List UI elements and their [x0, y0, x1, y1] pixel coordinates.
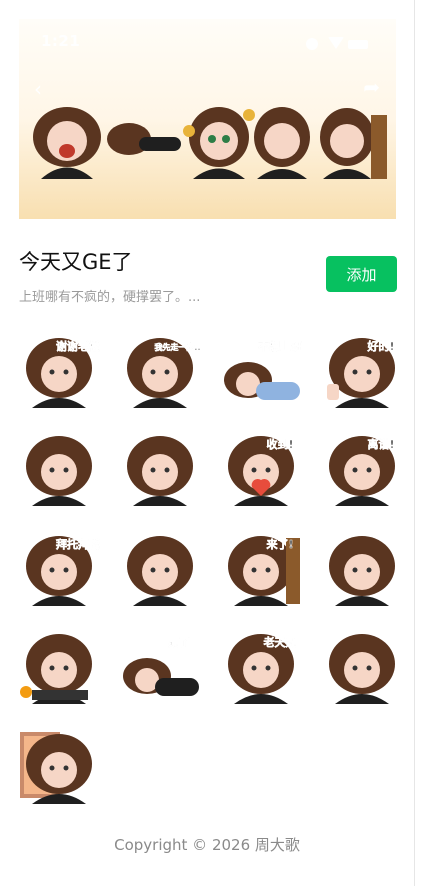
sticker-caption: 拜托拜托 — [56, 537, 100, 551]
sticker-caption: 谢谢老板 — [56, 339, 100, 353]
sticker-door-peek[interactable]: 来了! — [220, 532, 302, 606]
door-peek-icon: 来了! — [228, 536, 300, 606]
page-edge — [414, 0, 415, 886]
sticker-caption: 来了! — [265, 537, 293, 551]
banner-image: 1:21 ‹ ➦ — [19, 19, 396, 219]
status-icons — [306, 37, 376, 51]
smug-arms-crossed-icon — [26, 436, 92, 506]
angry-keyboard-icon — [20, 634, 92, 704]
add-button[interactable]: 添加 — [326, 256, 397, 292]
fainted-ghost-icon: 我先走一步... — [127, 338, 204, 408]
sticker-thumbs-up[interactable]: 好的! — [321, 334, 403, 408]
sticker-money-eyes[interactable]: 谢谢老板 — [18, 334, 101, 408]
money-eyes-icon: 谢谢老板 — [26, 338, 101, 408]
copyright-text: Copyright © 2026 周大歌 — [114, 836, 300, 854]
sleeping-icon: 不想上班 — [224, 339, 302, 400]
banner-figure-lying — [107, 123, 181, 155]
sticker-caption: 离谱! — [367, 437, 394, 451]
sticker-speechless[interactable] — [119, 432, 201, 506]
sticker-crying-crouch[interactable] — [119, 532, 201, 606]
sticker-caption: 老天奶 — [263, 635, 297, 649]
sticker-screaming[interactable]: 老天奶 — [220, 630, 302, 704]
share-icon[interactable]: ➦ — [363, 75, 380, 99]
sweating-icon — [329, 634, 395, 704]
back-icon[interactable]: ‹ — [34, 77, 42, 101]
window-sad-icon — [20, 732, 92, 804]
battery-icon — [348, 40, 368, 49]
lying-down-icon: 累了 — [123, 636, 199, 696]
sticker-angry-keyboard[interactable] — [18, 630, 100, 704]
annoyed-icon: 离谱! — [329, 436, 395, 506]
crying-crouch-icon — [127, 536, 193, 606]
praying-icon: 拜托拜托 — [26, 536, 100, 606]
pack-description: 上班哪有不疯的，硬撑罢了。... — [19, 290, 201, 305]
speechless-icon — [127, 436, 193, 506]
pack-title: 今天又GE了 — [19, 250, 133, 274]
signal-icon — [306, 38, 318, 50]
sticker-caption: 不想上班 — [258, 339, 302, 353]
heart-icon: 收到! — [228, 436, 294, 506]
banner-figure-smug — [254, 107, 310, 179]
sticker-lying-down[interactable]: 累了 — [119, 630, 201, 704]
sticker-fainted-ghost[interactable]: 我先走一步... — [119, 334, 204, 408]
status-time: 1:21 — [41, 32, 81, 50]
sticker-heart[interactable]: 收到! — [220, 432, 302, 506]
banner-figure-door — [320, 108, 387, 179]
sticker-sweating[interactable] — [321, 630, 403, 704]
sticker-caption: 我先走一步... — [154, 342, 201, 352]
banner-figure-crying — [33, 107, 101, 179]
sticker-annoyed[interactable]: 离谱! — [321, 432, 403, 506]
wifi-icon — [328, 37, 344, 49]
sticker-sleeping[interactable]: 不想上班 — [220, 334, 302, 408]
sticker-praying[interactable]: 拜托拜托 — [18, 532, 100, 606]
sticker-caption: 收到! — [266, 437, 293, 451]
laugh-cry-icon — [329, 536, 395, 606]
sticker-window-sad[interactable] — [18, 730, 100, 804]
sticker-smug-arms-crossed[interactable] — [18, 432, 100, 506]
screaming-icon: 老天奶 — [228, 634, 297, 704]
sticker-laugh-cry[interactable] — [321, 532, 403, 606]
thumbs-up-icon: 好的! — [327, 338, 395, 408]
sticker-caption: 累了 — [168, 636, 190, 649]
sticker-caption: 好的! — [366, 339, 394, 353]
